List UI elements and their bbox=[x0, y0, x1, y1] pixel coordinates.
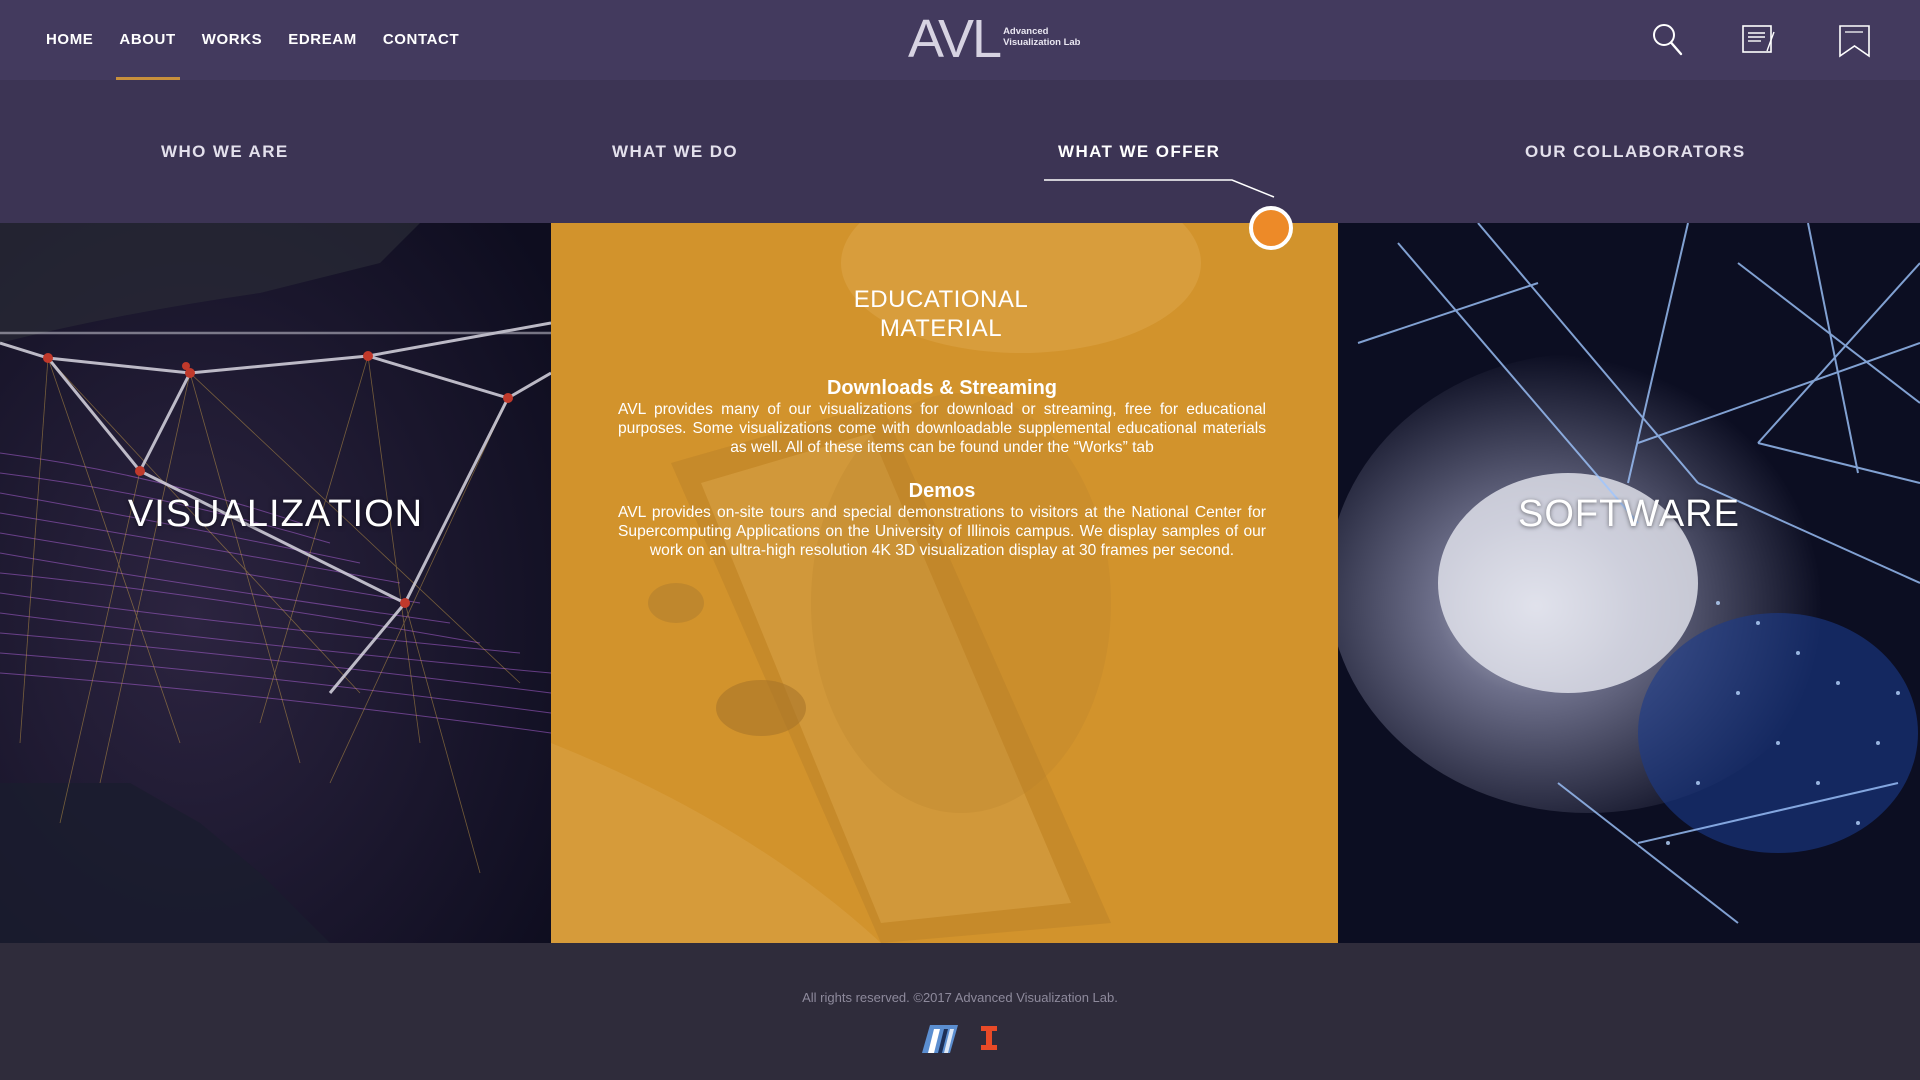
panel-visualization[interactable]: VISUALIZATION bbox=[0, 223, 551, 943]
ncsa-logo[interactable] bbox=[922, 1023, 958, 1055]
search-icon[interactable] bbox=[1650, 22, 1686, 58]
downloads-streaming-text: AVL provides many of our visualizations … bbox=[618, 401, 1266, 457]
section-title: EDUCATIONAL MATERIAL bbox=[616, 285, 1266, 343]
tab-who-we-are[interactable]: WHO WE ARE bbox=[161, 142, 289, 162]
notepad-icon[interactable] bbox=[1740, 22, 1776, 58]
demos-text: AVL provides on-site tours and special d… bbox=[618, 503, 1266, 560]
panel-software[interactable]: SOFTWARE bbox=[1338, 223, 1920, 943]
nav-edream[interactable]: EDREAM bbox=[288, 0, 357, 80]
software-network-image bbox=[1338, 223, 1920, 943]
about-subnav: WHO WE ARE WHAT WE DO WHAT WE OFFER OUR … bbox=[0, 80, 1920, 223]
avl-logo[interactable]: AVL Advanced Visualization Lab bbox=[908, 9, 1081, 69]
logo-subtitle: Advanced Visualization Lab bbox=[1003, 26, 1080, 48]
bookmark-icon[interactable] bbox=[1837, 22, 1873, 58]
tab-what-we-do[interactable]: WHAT WE DO bbox=[612, 142, 738, 162]
logo-line-2: Visualization Lab bbox=[1003, 37, 1081, 48]
nav-contact[interactable]: CONTACT bbox=[383, 0, 459, 80]
active-tab-indicator bbox=[1044, 179, 1293, 250]
panel-title-visualization: VISUALIZATION bbox=[127, 493, 424, 535]
visualization-network-image bbox=[0, 223, 551, 943]
demos-heading: Demos bbox=[908, 479, 976, 502]
downloads-streaming-heading: Downloads & Streaming bbox=[826, 377, 1058, 399]
footer: All rights reserved. ©2017 Advanced Visu… bbox=[0, 943, 1920, 1080]
logo-line-1: Advanced bbox=[1003, 26, 1049, 37]
nav-works[interactable]: WORKS bbox=[202, 0, 263, 80]
logo-mark: AVL bbox=[908, 9, 1002, 69]
section-title-line-2: MATERIAL bbox=[879, 315, 1003, 342]
educational-content: EDUCATIONAL MATERIAL Downloads & Streami… bbox=[618, 285, 1266, 560]
section-title-line-1: EDUCATIONAL bbox=[853, 286, 1029, 313]
tab-our-collaborators[interactable]: OUR COLLABORATORS bbox=[1525, 142, 1746, 162]
top-header: HOME ABOUT WORKS EDREAM CONTACT AVL Adva… bbox=[0, 0, 1920, 80]
nav-home[interactable]: HOME bbox=[46, 0, 93, 80]
illinois-logo[interactable] bbox=[980, 1023, 998, 1055]
main-nav: HOME ABOUT WORKS EDREAM CONTACT bbox=[46, 0, 485, 80]
tab-what-we-offer[interactable]: WHAT WE OFFER bbox=[1058, 142, 1220, 162]
nav-about[interactable]: ABOUT bbox=[116, 0, 181, 80]
panel-title-software: SOFTWARE bbox=[1518, 493, 1740, 535]
copyright-text: All rights reserved. ©2017 Advanced Visu… bbox=[802, 990, 1118, 1005]
panel-educational-material: EDUCATIONAL MATERIAL Downloads & Streami… bbox=[551, 223, 1338, 943]
